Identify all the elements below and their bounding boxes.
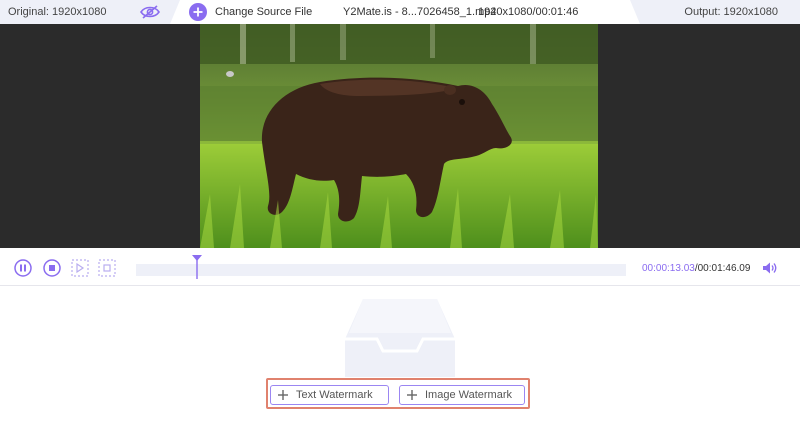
plus-icon bbox=[278, 390, 288, 400]
snapshot-icon[interactable] bbox=[98, 259, 116, 277]
text-watermark-label: Text Watermark bbox=[296, 389, 373, 401]
image-watermark-label: Image Watermark bbox=[425, 389, 513, 401]
top-bar: Original: 1920x1080 Change Source File Y… bbox=[0, 0, 800, 24]
output-info-tab: Output: 1920x1080 bbox=[630, 0, 800, 24]
output-resolution-label: Output: 1920x1080 bbox=[684, 6, 778, 18]
playhead-marker[interactable] bbox=[192, 255, 202, 279]
plus-icon bbox=[193, 7, 203, 17]
next-frame-icon[interactable] bbox=[71, 259, 89, 277]
pause-icon[interactable] bbox=[14, 259, 32, 277]
original-info-tab: Original: 1920x1080 bbox=[0, 0, 180, 24]
original-resolution-label: Original: 1920x1080 bbox=[8, 6, 107, 18]
plus-icon bbox=[407, 390, 417, 400]
total-time: /00:01:46.09 bbox=[694, 263, 751, 274]
add-text-watermark-button[interactable]: Text Watermark bbox=[270, 385, 389, 405]
file-resolution-duration: 1920x1080/00:01:46 bbox=[478, 6, 579, 18]
eye-off-icon[interactable] bbox=[140, 4, 160, 20]
empty-inbox-icon bbox=[345, 299, 455, 377]
volume-icon[interactable] bbox=[762, 261, 778, 275]
change-source-label[interactable]: Change Source File bbox=[215, 6, 312, 18]
timeline-track[interactable] bbox=[136, 264, 626, 276]
stop-icon[interactable] bbox=[43, 259, 61, 277]
add-image-watermark-button[interactable]: Image Watermark bbox=[399, 385, 525, 405]
change-source-button[interactable] bbox=[189, 3, 207, 21]
video-preview bbox=[0, 24, 800, 248]
current-time: 00:00:13.03 bbox=[642, 263, 695, 274]
video-frame bbox=[200, 24, 598, 248]
time-readout: 00:00:13.03/00:01:46.09 bbox=[642, 263, 750, 274]
file-name: Y2Mate.is - 8...7026458_1.mp4 bbox=[343, 6, 497, 18]
